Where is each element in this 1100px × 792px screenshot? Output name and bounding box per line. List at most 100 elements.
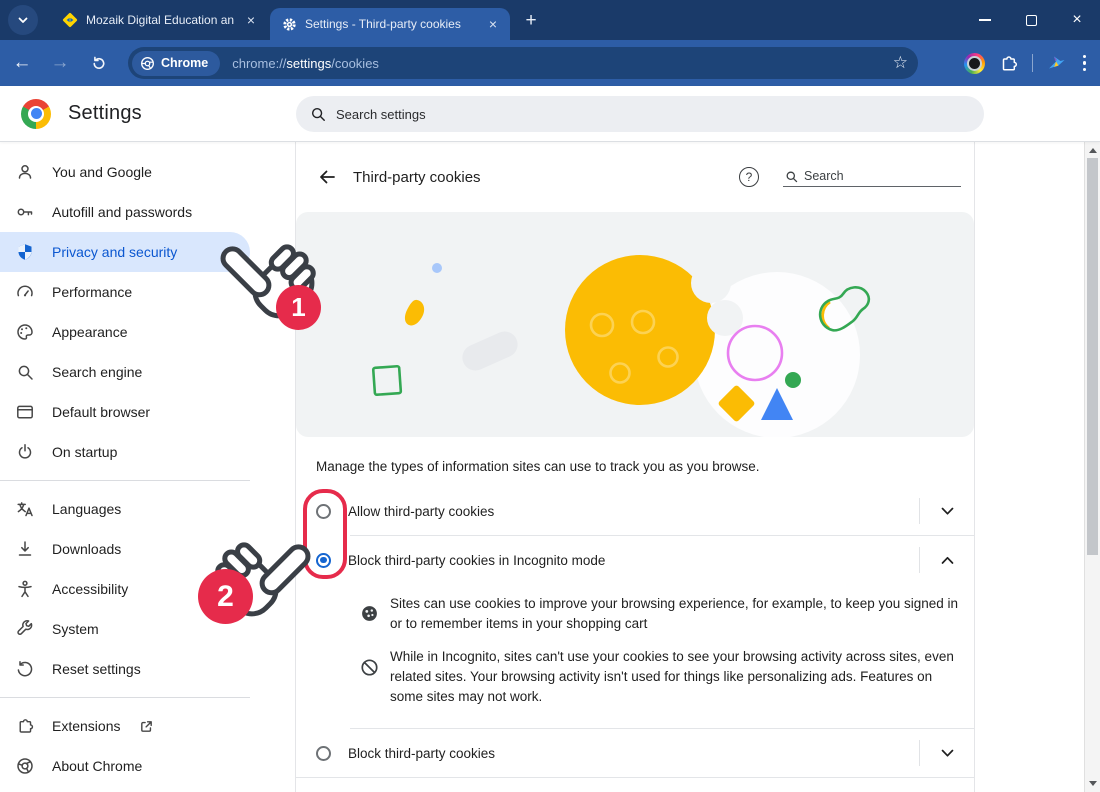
chevron-down-icon [941, 749, 954, 758]
chevron-down-icon [941, 507, 954, 516]
close-button[interactable]: × [1054, 0, 1100, 40]
sidebar-item-default-browser[interactable]: Default browser [0, 392, 250, 432]
sidebar-item-on-startup[interactable]: On startup [0, 432, 250, 472]
minimize-button[interactable] [962, 0, 1008, 40]
maximize-button[interactable] [1008, 0, 1054, 40]
sidebar-item-autofill[interactable]: Autofill and passwords [0, 192, 250, 232]
browser-window: Mozaik Digital Education and Le × Settin… [0, 0, 1100, 792]
page-search-field[interactable] [783, 167, 961, 187]
page-header: Third-party cookies ? [296, 142, 974, 212]
sidebar-item-label: Privacy and security [52, 244, 177, 260]
puzzle-icon [15, 716, 35, 736]
expand-block-button[interactable] [920, 749, 974, 758]
chrome-chip[interactable]: Chrome [132, 51, 220, 76]
page-scrollbar[interactable] [1084, 142, 1100, 792]
address-bar[interactable]: Chrome chrome://settings/cookies ☆ [128, 47, 918, 79]
palette-icon [15, 322, 35, 342]
step-2-badge: 2 [198, 569, 253, 624]
gear-icon [282, 17, 297, 32]
sidebar-item-label: You and Google [52, 164, 152, 180]
option-block-incognito[interactable]: Block third-party cookies in Incognito m… [296, 536, 974, 584]
toolbar-separator [1032, 54, 1033, 72]
settings-body: You and Google Autofill and passwords Pr… [0, 142, 1100, 792]
bookmark-star-icon[interactable]: ☆ [893, 53, 908, 73]
settings-title: Settings [68, 102, 142, 125]
sidebar-item-label: Autofill and passwords [52, 204, 192, 220]
sidebar-item-extensions[interactable]: Extensions [0, 706, 250, 746]
sidebar-item-appearance[interactable]: Appearance [0, 312, 250, 352]
sidebar-item-label: Performance [52, 284, 132, 300]
sidebar-item-languages[interactable]: Languages [0, 489, 250, 529]
tab-settings[interactable]: Settings - Third-party cookies × [270, 8, 510, 40]
settings-search-input[interactable] [336, 107, 970, 122]
browser-menu-button[interactable] [1079, 55, 1090, 71]
translate-icon [15, 499, 35, 519]
sidebar-item-label: Search engine [52, 364, 142, 380]
power-icon [15, 442, 35, 462]
chrome-outline-icon [140, 56, 155, 71]
intro-text: Manage the types of information sites ca… [316, 459, 954, 474]
sidebar-item-label: About Chrome [52, 758, 142, 774]
magnifier-icon [15, 362, 35, 382]
sidebar-item-privacy-and-security[interactable]: Privacy and security [0, 232, 250, 272]
detail-text: Sites can use cookies to improve your br… [390, 594, 960, 634]
back-button[interactable]: ← [6, 47, 38, 79]
tab-close-button[interactable]: × [242, 11, 260, 29]
sidebar-item-label: Reset settings [52, 661, 141, 677]
scroll-up-arrow[interactable] [1089, 148, 1097, 153]
sidebar-item-performance[interactable]: Performance [0, 272, 250, 312]
reset-icon [15, 659, 35, 679]
url-scheme: chrome:// [232, 56, 286, 71]
new-tab-button[interactable]: + [518, 8, 544, 34]
search-icon [310, 106, 326, 122]
chrome-logo-icon [21, 99, 51, 129]
wrench-icon [15, 619, 35, 639]
back-arrow-button[interactable] [316, 166, 338, 188]
sidebar-item-search-engine[interactable]: Search engine [0, 352, 250, 392]
browser-window-icon [15, 402, 35, 422]
sidebar-item-label: System [52, 621, 99, 637]
forward-button[interactable]: → [44, 47, 76, 79]
tab-mozaik[interactable]: Mozaik Digital Education and Le × [52, 0, 266, 40]
shield-icon [15, 242, 35, 262]
reload-button[interactable] [82, 47, 114, 79]
toolbar-extensions [964, 40, 1090, 86]
browser-toolbar: ← → Chrome chrome://settings/cookies ☆ [0, 40, 1100, 86]
tab-search-button[interactable] [8, 5, 38, 35]
reload-icon [90, 55, 107, 72]
sidebar-divider [0, 697, 250, 698]
option-label: Allow third-party cookies [348, 504, 919, 519]
key-icon [15, 202, 35, 222]
extensions-puzzle-icon[interactable] [998, 53, 1019, 74]
option-label: Block third-party cookies [348, 746, 919, 761]
step-1-badge: 1 [276, 285, 321, 330]
bird-extension-icon[interactable] [1046, 53, 1066, 73]
incognito-details: Sites can use cookies to improve your br… [296, 584, 974, 728]
option-allow-third-party-cookies[interactable]: Allow third-party cookies [296, 487, 974, 535]
collapse-incognito-button[interactable] [920, 556, 974, 565]
sidebar-item-label: Languages [52, 501, 121, 517]
chip-label: Chrome [161, 56, 208, 70]
scroll-down-arrow[interactable] [1089, 781, 1097, 786]
sidebar-item-about-chrome[interactable]: About Chrome [0, 746, 250, 786]
sidebar-item-reset-settings[interactable]: Reset settings [0, 649, 250, 689]
tab-close-button[interactable]: × [484, 15, 502, 33]
page-search-input[interactable] [804, 169, 934, 183]
expand-allow-button[interactable] [920, 507, 974, 516]
sidebar-item-you-and-google[interactable]: You and Google [0, 152, 250, 192]
blocked-icon [360, 658, 379, 682]
radio-block-third-party[interactable] [316, 746, 331, 761]
window-controls: × [962, 0, 1100, 40]
download-icon [15, 539, 35, 559]
settings-search-box[interactable] [296, 96, 984, 132]
sidebar-divider [0, 480, 250, 481]
tab-strip: Mozaik Digital Education and Le × Settin… [0, 0, 1100, 40]
accessibility-icon [15, 579, 35, 599]
screen-capture-extension-icon[interactable] [964, 53, 985, 74]
help-icon[interactable]: ? [739, 167, 759, 187]
chevron-up-icon [941, 556, 954, 565]
option-block-third-party-cookies[interactable]: Block third-party cookies [296, 729, 974, 777]
sidebar-item-label: Accessibility [52, 581, 128, 597]
scrollbar-thumb[interactable] [1087, 158, 1098, 555]
option-label: Block third-party cookies in Incognito m… [348, 553, 919, 568]
